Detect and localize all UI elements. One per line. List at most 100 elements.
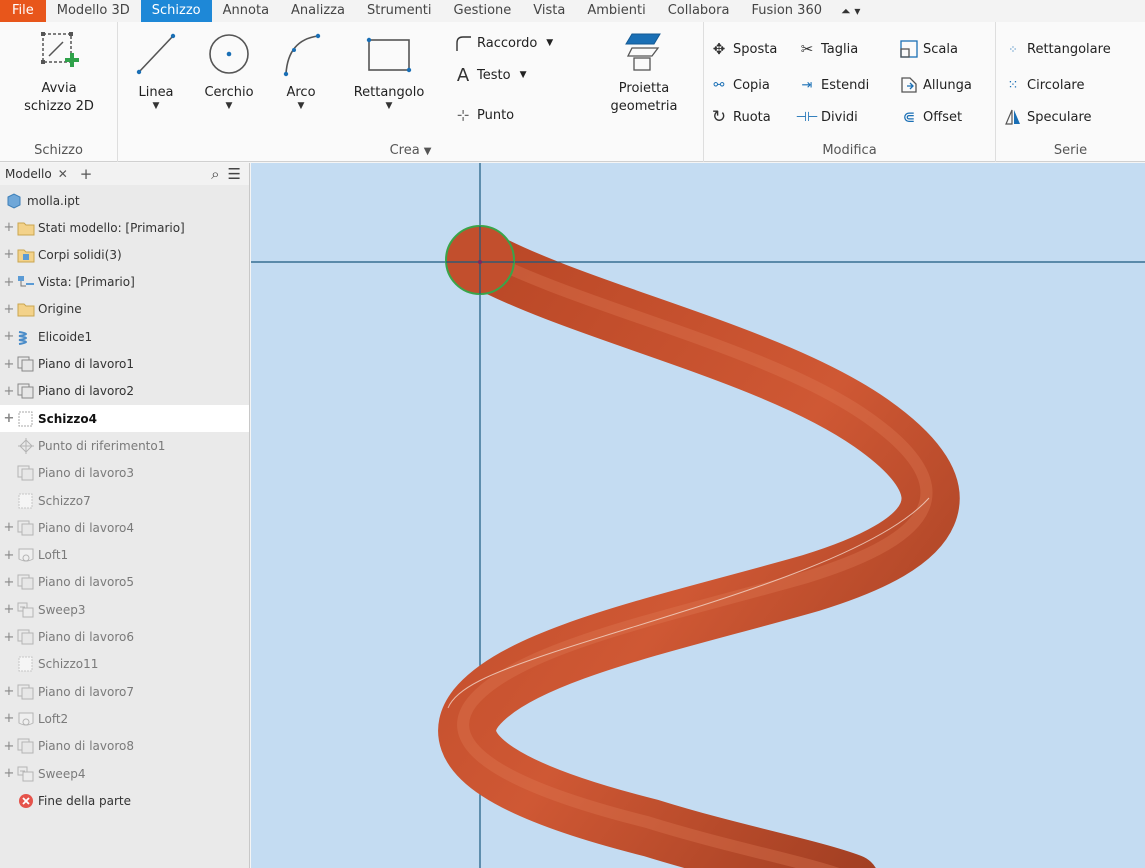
- expand-icon[interactable]: +: [3, 275, 15, 290]
- line-button[interactable]: Linea ▼: [130, 30, 182, 111]
- model-browser: Modello ✕ + ⌕ ☰ molla.ipt + Stati modello…: [0, 163, 250, 868]
- expand-icon[interactable]: +: [3, 329, 15, 344]
- expand-icon[interactable]: +: [3, 247, 15, 262]
- circle-icon: [209, 34, 249, 74]
- expand-icon[interactable]: +: [3, 711, 15, 726]
- tree-item[interactable]: Fine della parte: [0, 787, 249, 814]
- tree-item[interactable]: + Origine: [0, 296, 249, 323]
- fillet-button[interactable]: Raccordo ▼: [454, 34, 553, 52]
- expand-icon[interactable]: +: [3, 384, 15, 399]
- tree-item[interactable]: Schizzo11: [0, 651, 249, 678]
- rectangle-button[interactable]: Rettangolo ▼: [344, 30, 434, 111]
- extend-icon: ⇥: [801, 77, 813, 93]
- copy-button[interactable]: ⚯ Copia: [710, 76, 770, 94]
- rectangular-pattern-button[interactable]: ⁘ Rettangolare: [1004, 40, 1110, 58]
- tree-item[interactable]: + Piano di lavoro1: [0, 351, 249, 378]
- menu-gestione[interactable]: Gestione: [443, 0, 523, 22]
- tree-item[interactable]: Piano di lavoro3: [0, 460, 249, 487]
- tree-item-label: Piano di lavoro4: [38, 520, 134, 535]
- sketch-icon: [17, 656, 35, 672]
- expand-icon[interactable]: +: [3, 302, 15, 317]
- tree-item[interactable]: + Sweep4: [0, 760, 249, 787]
- tree-item[interactable]: + Elicoide1: [0, 323, 249, 350]
- menu-schizzo[interactable]: Schizzo: [140, 0, 212, 22]
- tree-item[interactable]: + Piano di lavoro2: [0, 378, 249, 405]
- offset-label: Offset: [923, 109, 963, 125]
- sweep-icon: [17, 602, 35, 618]
- expand-icon[interactable]: +: [3, 220, 15, 235]
- extend-label: Estendi: [821, 77, 870, 93]
- tree-item[interactable]: + Piano di lavoro7: [0, 678, 249, 705]
- text-label: Testo: [477, 67, 511, 83]
- start-sketch-button[interactable]: Avvia schizzo 2D: [14, 30, 104, 116]
- expand-icon[interactable]: +: [3, 575, 15, 590]
- tree-item[interactable]: + Loft2: [0, 705, 249, 732]
- panel-crea: Linea ▼ Cerchio ▼ Arco ▼ Rettangolo ▼ Ra…: [118, 22, 704, 162]
- tree-item[interactable]: + Loft1: [0, 542, 249, 569]
- menu-icon[interactable]: ☰: [228, 165, 241, 183]
- circle-button[interactable]: Cerchio ▼: [198, 30, 260, 111]
- menu-strumenti[interactable]: Strumenti: [356, 0, 443, 22]
- text-button[interactable]: A Testo ▼: [454, 65, 527, 86]
- tree-item[interactable]: + Schizzo4: [0, 405, 249, 433]
- menu-file[interactable]: File: [0, 0, 46, 22]
- split-button[interactable]: ⊣⊢ Dividi: [796, 108, 858, 126]
- tree-item[interactable]: + Vista: [Primario]: [0, 269, 249, 296]
- menu-analizza[interactable]: Analizza: [280, 0, 356, 22]
- tree-item[interactable]: Punto di riferimento1: [0, 432, 249, 459]
- tree-root[interactable]: molla.ipt: [0, 187, 249, 214]
- expand-icon[interactable]: +: [3, 766, 15, 781]
- tree-item[interactable]: + Sweep3: [0, 596, 249, 623]
- graphics-viewport[interactable]: [251, 163, 1145, 868]
- tree-item[interactable]: + Piano di lavoro8: [0, 733, 249, 760]
- trim-label: Taglia: [821, 41, 859, 57]
- rotate-button[interactable]: ↻ Ruota: [710, 107, 771, 127]
- menu-bar: File Modello 3D Schizzo Annota Analizza Strum…: [0, 0, 1145, 22]
- menu-ambienti[interactable]: Ambienti: [576, 0, 656, 22]
- menu-modello-3d[interactable]: Modello 3D: [46, 0, 141, 22]
- move-button[interactable]: ✥ Sposta: [710, 40, 778, 58]
- menu-fusion-360[interactable]: Fusion 360: [740, 0, 833, 22]
- expand-icon[interactable]: +: [3, 411, 15, 426]
- tree-item[interactable]: + Piano di lavoro4: [0, 514, 249, 541]
- expand-icon[interactable]: +: [3, 357, 15, 372]
- close-icon[interactable]: ✕: [58, 167, 68, 181]
- circular-pattern-button[interactable]: ⁙ Circolare: [1004, 76, 1085, 94]
- menu-vista[interactable]: Vista: [522, 0, 576, 22]
- expand-icon[interactable]: +: [3, 739, 15, 754]
- tree-item[interactable]: + Piano di lavoro5: [0, 569, 249, 596]
- expand-icon[interactable]: +: [3, 520, 15, 535]
- spring-model: [251, 163, 1145, 868]
- tree-item[interactable]: + Stati modello: [Primario]: [0, 214, 249, 241]
- menu-collabora[interactable]: Collabora: [657, 0, 741, 22]
- offset-button[interactable]: ⋐ Offset: [900, 108, 962, 126]
- point-button[interactable]: ⊹ Punto: [454, 106, 514, 124]
- chevron-down-icon: ▼: [385, 101, 393, 111]
- expand-icon[interactable]: +: [3, 684, 15, 699]
- profile-center-point[interactable]: [478, 260, 482, 264]
- end-of-part-icon: [17, 793, 35, 809]
- tree-item[interactable]: Schizzo7: [0, 487, 249, 514]
- browser-tab-label: Modello: [5, 167, 52, 181]
- menu-annota[interactable]: Annota: [212, 0, 280, 22]
- expand-icon[interactable]: +: [3, 630, 15, 645]
- stretch-button[interactable]: Allunga: [900, 76, 972, 94]
- trim-button[interactable]: ✂ Taglia: [798, 40, 859, 58]
- search-icon[interactable]: ⌕: [211, 165, 219, 183]
- tree-item[interactable]: + Piano di lavoro6: [0, 624, 249, 651]
- caret-down-icon: ▼: [423, 146, 432, 157]
- project-geometry-button[interactable]: Proietta geometria: [596, 30, 692, 116]
- folder-icon: [17, 220, 35, 236]
- tree-item[interactable]: + Corpi solidi(3): [0, 241, 249, 268]
- browser-tab-model[interactable]: Modello ✕: [5, 167, 68, 181]
- display-options-icon[interactable]: ⏶ ▾: [833, 0, 868, 22]
- expand-icon[interactable]: +: [3, 548, 15, 563]
- panel-title-crea[interactable]: Crea ▼: [118, 143, 703, 158]
- add-tab-icon[interactable]: +: [80, 165, 93, 183]
- scale-button[interactable]: Scala: [900, 40, 958, 58]
- extend-button[interactable]: ⇥ Estendi: [798, 76, 870, 94]
- mirror-button[interactable]: Speculare: [1004, 108, 1092, 126]
- mirror-icon: [1004, 108, 1022, 126]
- arc-button[interactable]: Arco ▼: [276, 30, 326, 111]
- expand-icon[interactable]: +: [3, 602, 15, 617]
